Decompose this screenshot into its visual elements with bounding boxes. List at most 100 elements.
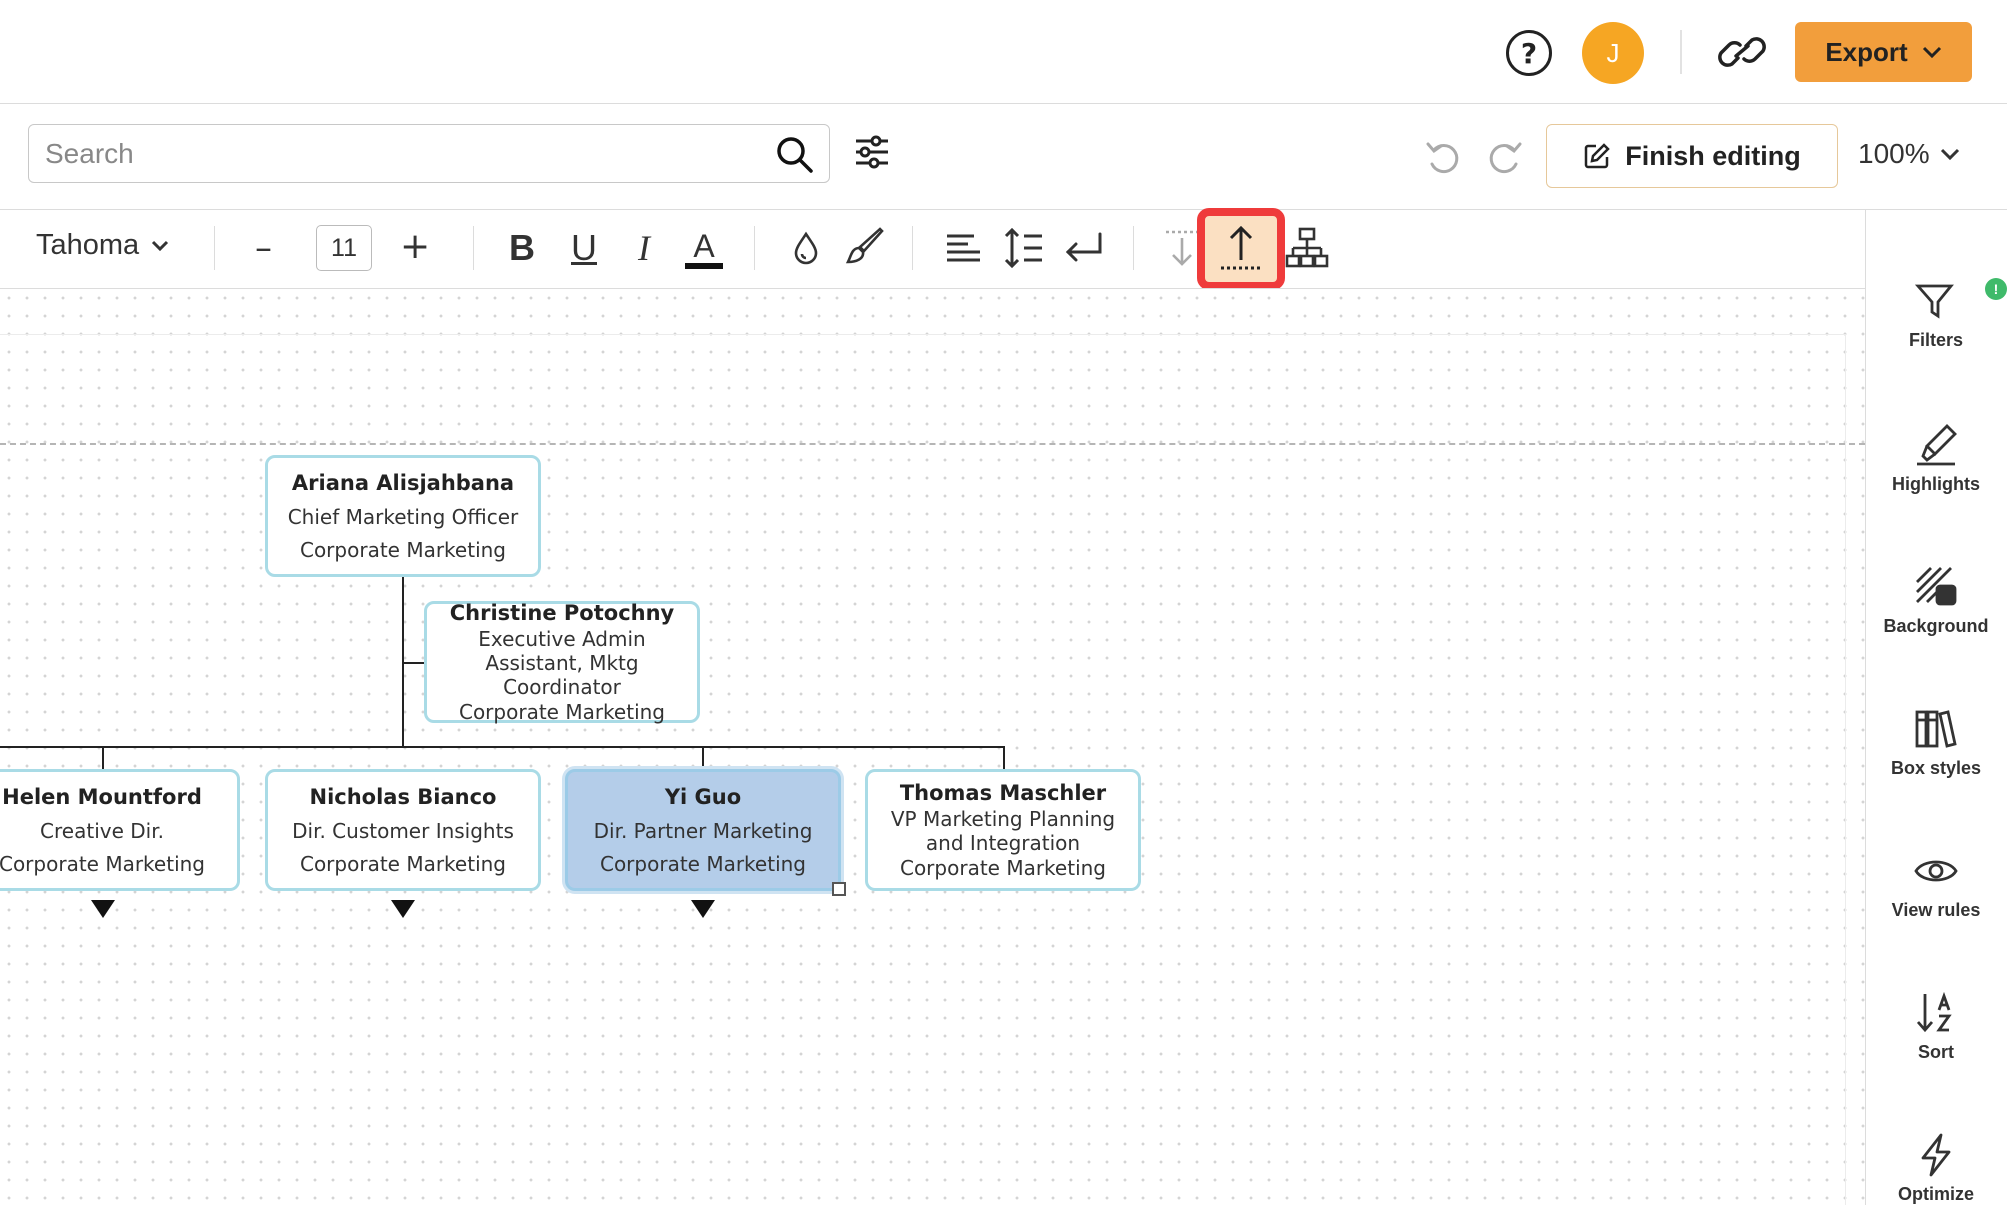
- expand-arrow-icon[interactable]: [91, 900, 115, 918]
- connector-line: [0, 746, 1005, 748]
- help-icon[interactable]: ?: [1506, 30, 1552, 76]
- sidebar-item-label: Filters: [1908, 330, 1964, 350]
- move-up-button[interactable]: [1197, 208, 1285, 290]
- connector-line: [102, 746, 104, 770]
- link-icon[interactable]: [1714, 28, 1770, 76]
- expand-arrow-icon[interactable]: [391, 900, 415, 918]
- node-department: Corporate Marketing: [299, 852, 506, 876]
- page-break-line: [0, 443, 1865, 445]
- node-department: Corporate Marketing: [0, 852, 205, 876]
- expand-arrow-icon[interactable]: [691, 900, 715, 918]
- toolbar-separator: [214, 226, 215, 270]
- sidebar-item-highlights[interactable]: Highlights: [1865, 422, 2007, 495]
- underline-button[interactable]: U: [560, 224, 608, 272]
- node-department: Corporate Marketing: [299, 538, 506, 562]
- page-edge: [1845, 334, 1846, 1205]
- chevron-down-icon: [1940, 148, 1959, 161]
- node-name: Christine Potochny: [449, 601, 675, 625]
- header-divider: [1680, 30, 1682, 74]
- sidebar-item-label: Highlights: [1892, 474, 1980, 494]
- chevron-down-icon: [1922, 46, 1941, 59]
- org-node-christine-potochny[interactable]: Christine Potochny Executive Admin Assis…: [424, 601, 700, 724]
- org-node-nicholas-bianco[interactable]: Nicholas Bianco Dir. Customer Insights C…: [265, 769, 541, 891]
- connector-line: [702, 746, 704, 770]
- increase-font-size-button[interactable]: +: [400, 226, 430, 267]
- undo-icon[interactable]: [1424, 138, 1464, 176]
- sidebar-item-sort[interactable]: Sort: [1865, 990, 2007, 1063]
- sidebar-item-label: Optimize: [1897, 1184, 1974, 1204]
- lightning-icon: [1921, 1133, 1951, 1177]
- node-title: Dir. Customer Insights: [292, 819, 514, 843]
- finish-editing-button[interactable]: Finish editing: [1546, 124, 1838, 188]
- page-edge: [0, 334, 1845, 335]
- avatar[interactable]: J: [1582, 22, 1644, 84]
- node-name: Helen Mountford: [2, 785, 202, 809]
- top-header: [0, 0, 2007, 104]
- text-color-button[interactable]: A: [680, 224, 728, 272]
- node-title: VP Marketing Planning and Integration: [890, 807, 1116, 855]
- sort-az-icon: [1916, 991, 1952, 1033]
- node-department: Corporate Marketing: [899, 856, 1106, 880]
- highlighter-icon: [1917, 424, 1957, 466]
- node-department: Corporate Marketing: [599, 852, 806, 876]
- org-node-thomas-maschler[interactable]: Thomas Maschler VP Marketing Planning an…: [865, 769, 1141, 891]
- sidebar-item-box-styles[interactable]: Box styles: [1865, 706, 2007, 779]
- line-spacing-icon[interactable]: [1002, 226, 1044, 270]
- bold-button[interactable]: B: [498, 224, 546, 272]
- node-title: Creative Dir.: [40, 819, 164, 843]
- node-name: Yi Guo: [664, 785, 742, 809]
- italic-button[interactable]: I: [620, 224, 668, 272]
- edit-icon: [1585, 143, 1611, 169]
- eye-icon: [1914, 860, 1958, 882]
- redo-icon[interactable]: [1484, 138, 1524, 176]
- text-color-label: A: [693, 227, 715, 264]
- toolbar-separator: [754, 226, 755, 270]
- font-size-input[interactable]: 11: [316, 225, 372, 271]
- node-name: Ariana Alisjahbana: [291, 471, 515, 495]
- sidebar-item-view-rules[interactable]: View rules: [1865, 848, 2007, 921]
- text-color-swatch: [685, 262, 723, 269]
- decrease-font-size-button[interactable]: –: [255, 228, 272, 268]
- font-family-value: Tahoma: [36, 229, 140, 261]
- org-node-helen-mountford[interactable]: Helen Mountford Creative Dir. Corporate …: [0, 769, 240, 891]
- filter-icon: [1914, 284, 1954, 319]
- box-styles-icon: [1915, 710, 1957, 748]
- node-name: Thomas Maschler: [899, 781, 1107, 805]
- font-family-select[interactable]: Tahoma: [36, 229, 169, 262]
- toolbar-separator: [473, 226, 474, 270]
- paintbrush-icon[interactable]: [842, 226, 888, 270]
- sidebar-item-optimize[interactable]: Optimize: [1865, 1132, 2007, 1205]
- search-input[interactable]: [45, 137, 745, 170]
- background-icon: [1916, 567, 1957, 606]
- toolbar-separator: [1133, 226, 1134, 270]
- move-down-icon[interactable]: [1162, 226, 1202, 270]
- search-icon[interactable]: [774, 134, 814, 174]
- sidebar-item-label: View rules: [1891, 900, 1981, 920]
- node-department: Corporate Marketing: [458, 700, 665, 724]
- sliders-icon[interactable]: [852, 132, 892, 172]
- node-title: Dir. Partner Marketing: [593, 819, 813, 843]
- align-left-icon[interactable]: [944, 228, 984, 268]
- sidebar-item-label: Sort: [1918, 1042, 1954, 1062]
- filters-badge: !: [1985, 278, 2007, 300]
- zoom-select[interactable]: 100%: [1858, 138, 1960, 170]
- move-up-icon: [1221, 225, 1261, 270]
- zoom-level: 100%: [1858, 138, 1930, 169]
- sidebar-item-label: Box styles: [1890, 758, 1982, 778]
- org-structure-icon[interactable]: [1284, 226, 1330, 270]
- org-node-ariana-alisjahbana[interactable]: Ariana Alisjahbana Chief Marketing Offic…: [265, 455, 541, 577]
- toolbar-separator: [912, 226, 913, 270]
- export-button[interactable]: Export: [1795, 22, 1972, 82]
- org-node-yi-guo[interactable]: Yi Guo Dir. Partner Marketing Corporate …: [565, 769, 841, 891]
- sidebar-item-background[interactable]: Background: [1865, 564, 2007, 637]
- resize-handle[interactable]: [832, 882, 846, 896]
- finish-editing-label: Finish editing: [1625, 140, 1801, 171]
- search-box[interactable]: [28, 124, 830, 183]
- node-name: Nicholas Bianco: [309, 785, 497, 809]
- fill-color-icon[interactable]: [784, 226, 828, 270]
- toolbar-divider: [0, 209, 2007, 210]
- enter-icon[interactable]: [1062, 228, 1104, 268]
- node-title: Executive Admin Assistant, Mktg Coordina…: [478, 627, 646, 699]
- connector-line: [402, 662, 424, 664]
- export-label: Export: [1825, 36, 1908, 67]
